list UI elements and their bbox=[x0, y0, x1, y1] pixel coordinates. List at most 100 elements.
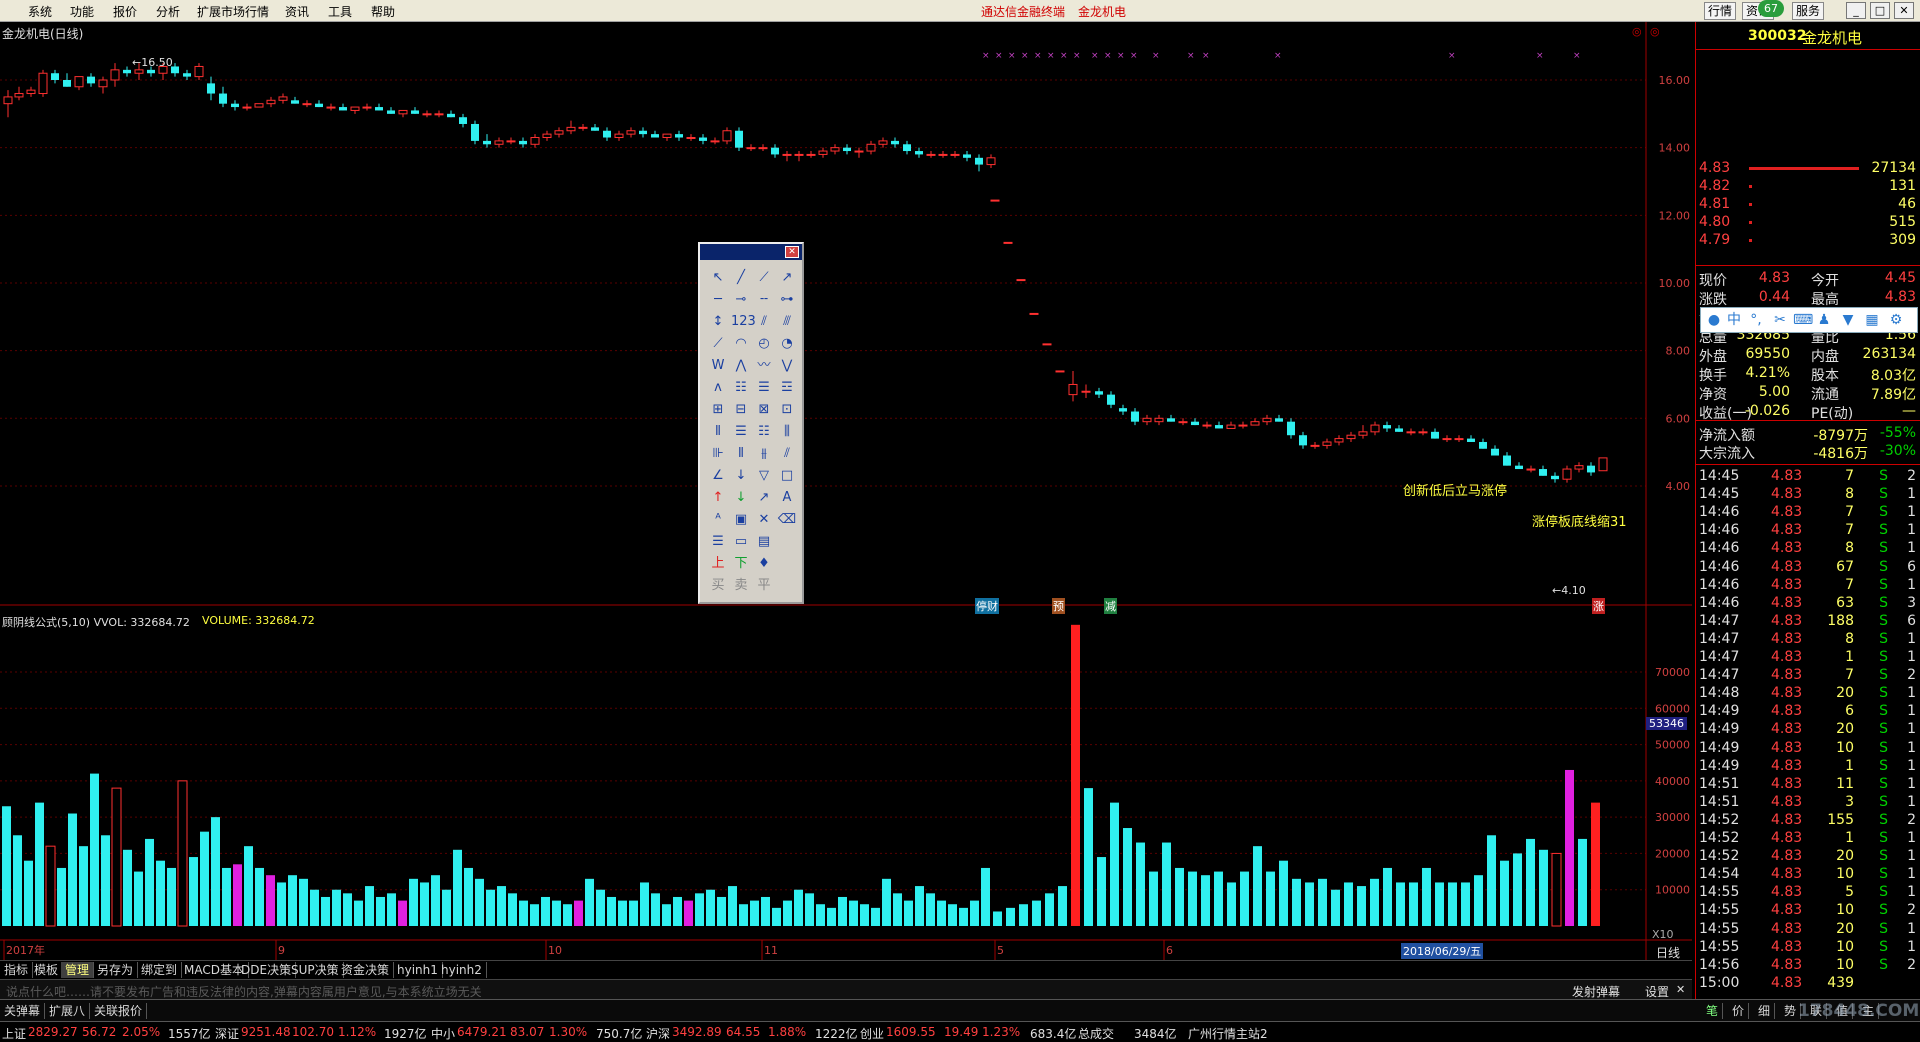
ime-toolbar[interactable]: ● 中 °, ✂ ⌨ ♟ ▼ ▦ ⚙ bbox=[1700, 307, 1918, 333]
valley-icon[interactable]: ⋁ bbox=[777, 356, 797, 376]
slash-arrow-icon[interactable]: ↗ bbox=[754, 488, 774, 508]
menu-tools[interactable]: 工具 bbox=[328, 3, 352, 20]
index-zx-name[interactable]: 中小 bbox=[431, 1025, 455, 1042]
table-icon[interactable]: ▤ bbox=[754, 532, 774, 552]
menu-ext-market[interactable]: 扩展市场行情 bbox=[197, 3, 269, 20]
bars3-icon[interactable]: ⫼ bbox=[777, 422, 797, 442]
gann-fan-icon[interactable]: ∠ bbox=[708, 466, 728, 486]
text-a-icon[interactable]: ᴬ bbox=[708, 510, 728, 530]
box3-icon[interactable]: ⊠ bbox=[754, 400, 774, 420]
bars-icon[interactable]: ☰ bbox=[731, 422, 751, 442]
cursor-icon[interactable]: ↖ bbox=[708, 268, 728, 288]
tab-tick[interactable]: 笔 bbox=[1702, 1003, 1724, 1019]
related-quote-tab[interactable]: 关联报价 bbox=[90, 1003, 148, 1019]
buy-icon[interactable]: 买 bbox=[708, 576, 728, 596]
up-mark-icon[interactable]: 上 bbox=[708, 554, 728, 574]
toggle-danmaku-tab[interactable]: 关弹幕 bbox=[0, 1003, 46, 1019]
tab-template[interactable]: 模板 bbox=[30, 962, 64, 978]
menu-info[interactable]: 资讯 bbox=[285, 3, 309, 20]
server-site[interactable]: 广州行情主站2 bbox=[1188, 1025, 1268, 1042]
toolbox-header[interactable]: ✕ bbox=[700, 244, 802, 260]
danmaku-close-icon[interactable]: ✕ bbox=[1676, 983, 1685, 996]
down-green-arrow-icon[interactable]: ↓ bbox=[731, 488, 751, 508]
grid-icon[interactable]: ▦ bbox=[1863, 311, 1881, 329]
vline-icon[interactable]: ↕ bbox=[708, 312, 728, 332]
segment-icon[interactable]: ⊸ bbox=[731, 290, 751, 310]
index-cy-name[interactable]: 创业 bbox=[860, 1025, 884, 1042]
pattern-icon[interactable]: ᴧ bbox=[708, 378, 728, 398]
arrow-line-icon[interactable]: ↗ bbox=[777, 268, 797, 288]
menu-quote[interactable]: 报价 bbox=[113, 3, 137, 20]
curve-icon[interactable]: 〰 bbox=[754, 356, 774, 376]
danmaku-input[interactable]: 说点什么吧……请不要发布广告和违反法律的内容,弹幕内容属用户意见,与本系统立场无… bbox=[6, 983, 482, 1000]
index-hs-name[interactable]: 沪深 bbox=[646, 1025, 670, 1042]
send-danmaku-button[interactable]: 发射弹幕 bbox=[1572, 983, 1620, 1000]
channel2-icon[interactable]: ⫻ bbox=[777, 312, 797, 332]
period-icon[interactable]: ⦀ bbox=[708, 422, 728, 442]
fan3-icon[interactable]: ⫵ bbox=[754, 444, 774, 464]
marker-pre[interactable]: 预 bbox=[1052, 598, 1065, 614]
number-icon[interactable]: 123 bbox=[731, 312, 756, 332]
angle-icon[interactable]: ⟋ bbox=[708, 334, 728, 354]
up-red-arrow-icon[interactable]: ↑ bbox=[708, 488, 728, 508]
hline-icon[interactable]: ─ bbox=[708, 290, 728, 310]
period-label[interactable]: 日线 bbox=[1656, 944, 1680, 961]
keyboard-icon[interactable]: ⌨ bbox=[1793, 311, 1813, 329]
user-icon[interactable]: ● bbox=[1705, 311, 1723, 329]
index-sz-name[interactable]: 深证 bbox=[215, 1025, 239, 1042]
tab-sup[interactable]: SUP决策 bbox=[287, 962, 344, 978]
gann2-icon[interactable]: ☲ bbox=[777, 378, 797, 398]
flat-icon[interactable]: 平 bbox=[754, 576, 774, 596]
punctuation-icon[interactable]: °, bbox=[1747, 311, 1765, 329]
diamond-icon[interactable]: ♦ bbox=[754, 554, 774, 574]
dash-icon[interactable]: ╌ bbox=[754, 290, 774, 310]
marker-limit-up[interactable]: 涨 bbox=[1592, 598, 1605, 614]
rectangle-icon[interactable]: □ bbox=[777, 466, 797, 486]
peak-icon[interactable]: ⋀ bbox=[731, 356, 751, 376]
drawing-toolbox[interactable]: ✕ ↖ ╱ ⟋ ↗ ─ ⊸ ╌ ⊶ ↕ 123 ⫽ ⫻ ⟋ ◠ ◴ ◔ W ⋀ 〰 ⋁ ᴧ ☷ ☰ ☲ ⊞ ⊟ ⊠ ⊡ ⦀ ☰ ☷ ⫼ ⊪ ⫴ ⫵ ⫽… bbox=[698, 242, 804, 604]
chinese-mode-icon[interactable]: 中 bbox=[1725, 311, 1743, 329]
fill-icon[interactable]: ▣ bbox=[731, 510, 751, 530]
index-sh-name[interactable]: 上证 bbox=[2, 1025, 26, 1042]
text-icon[interactable]: A bbox=[777, 488, 797, 508]
chart-close-icon-2[interactable]: ◎ bbox=[1650, 25, 1660, 38]
danmaku-settings-button[interactable]: 设置 bbox=[1645, 983, 1669, 1000]
sell-icon[interactable]: 卖 bbox=[731, 576, 751, 596]
bars2-icon[interactable]: ☷ bbox=[754, 422, 774, 442]
settings-icon[interactable]: ⚙ bbox=[1887, 311, 1905, 329]
fib-icon[interactable]: ☷ bbox=[731, 378, 751, 398]
tab-fund[interactable]: 资金决策 bbox=[337, 962, 395, 978]
lock-icon[interactable]: ⌫ bbox=[777, 510, 797, 530]
extension-eight-tab[interactable]: 扩展八 bbox=[45, 1003, 91, 1019]
arc-icon[interactable]: ◠ bbox=[731, 334, 751, 354]
box-icon[interactable]: ⊞ bbox=[708, 400, 728, 420]
kline-chart-area[interactable]: 16.00 14.00 12.00 10.00 8.00 6.00 4.00 70000 600… bbox=[0, 22, 1692, 1012]
box2-icon[interactable]: ⊟ bbox=[731, 400, 751, 420]
fan-icon[interactable]: ⊪ bbox=[708, 444, 728, 464]
chart-close-icon[interactable]: ◎ bbox=[1632, 25, 1642, 38]
menu-help[interactable]: 帮助 bbox=[371, 3, 395, 20]
tab-bind[interactable]: 绑定到 bbox=[137, 962, 183, 978]
person-icon[interactable]: ♟ bbox=[1815, 311, 1833, 329]
tab-hyinh2[interactable]: hyinh2 bbox=[437, 962, 487, 978]
box4-icon[interactable]: ⊡ bbox=[777, 400, 797, 420]
channel-icon[interactable]: ⫽ bbox=[754, 312, 774, 332]
shirt-icon[interactable]: ▼ bbox=[1839, 311, 1857, 329]
delete-icon[interactable]: ✕ bbox=[754, 510, 774, 530]
line-icon[interactable]: ╱ bbox=[731, 268, 751, 288]
menu-function[interactable]: 功能 bbox=[70, 3, 94, 20]
tab-manage[interactable]: 管理 bbox=[61, 962, 95, 978]
tab-indicator[interactable]: 指标 bbox=[0, 962, 34, 978]
tab-detail[interactable]: 细 bbox=[1754, 1003, 1776, 1019]
marker-reduce[interactable]: 减 bbox=[1104, 598, 1117, 614]
maximize-icon[interactable]: □ bbox=[1870, 2, 1890, 19]
menu-analysis[interactable]: 分析 bbox=[156, 3, 180, 20]
gann-icon[interactable]: ☰ bbox=[754, 378, 774, 398]
note-icon[interactable]: ☰ bbox=[708, 532, 728, 552]
service-button[interactable]: 服务 bbox=[1792, 2, 1825, 20]
triangle-icon[interactable]: ▽ bbox=[754, 466, 774, 486]
pie-icon[interactable]: ◔ bbox=[777, 334, 797, 354]
tab-price[interactable]: 价 bbox=[1728, 1003, 1750, 1019]
minimize-icon[interactable]: _ bbox=[1846, 2, 1866, 19]
notification-badge[interactable]: 67 bbox=[1758, 0, 1784, 17]
